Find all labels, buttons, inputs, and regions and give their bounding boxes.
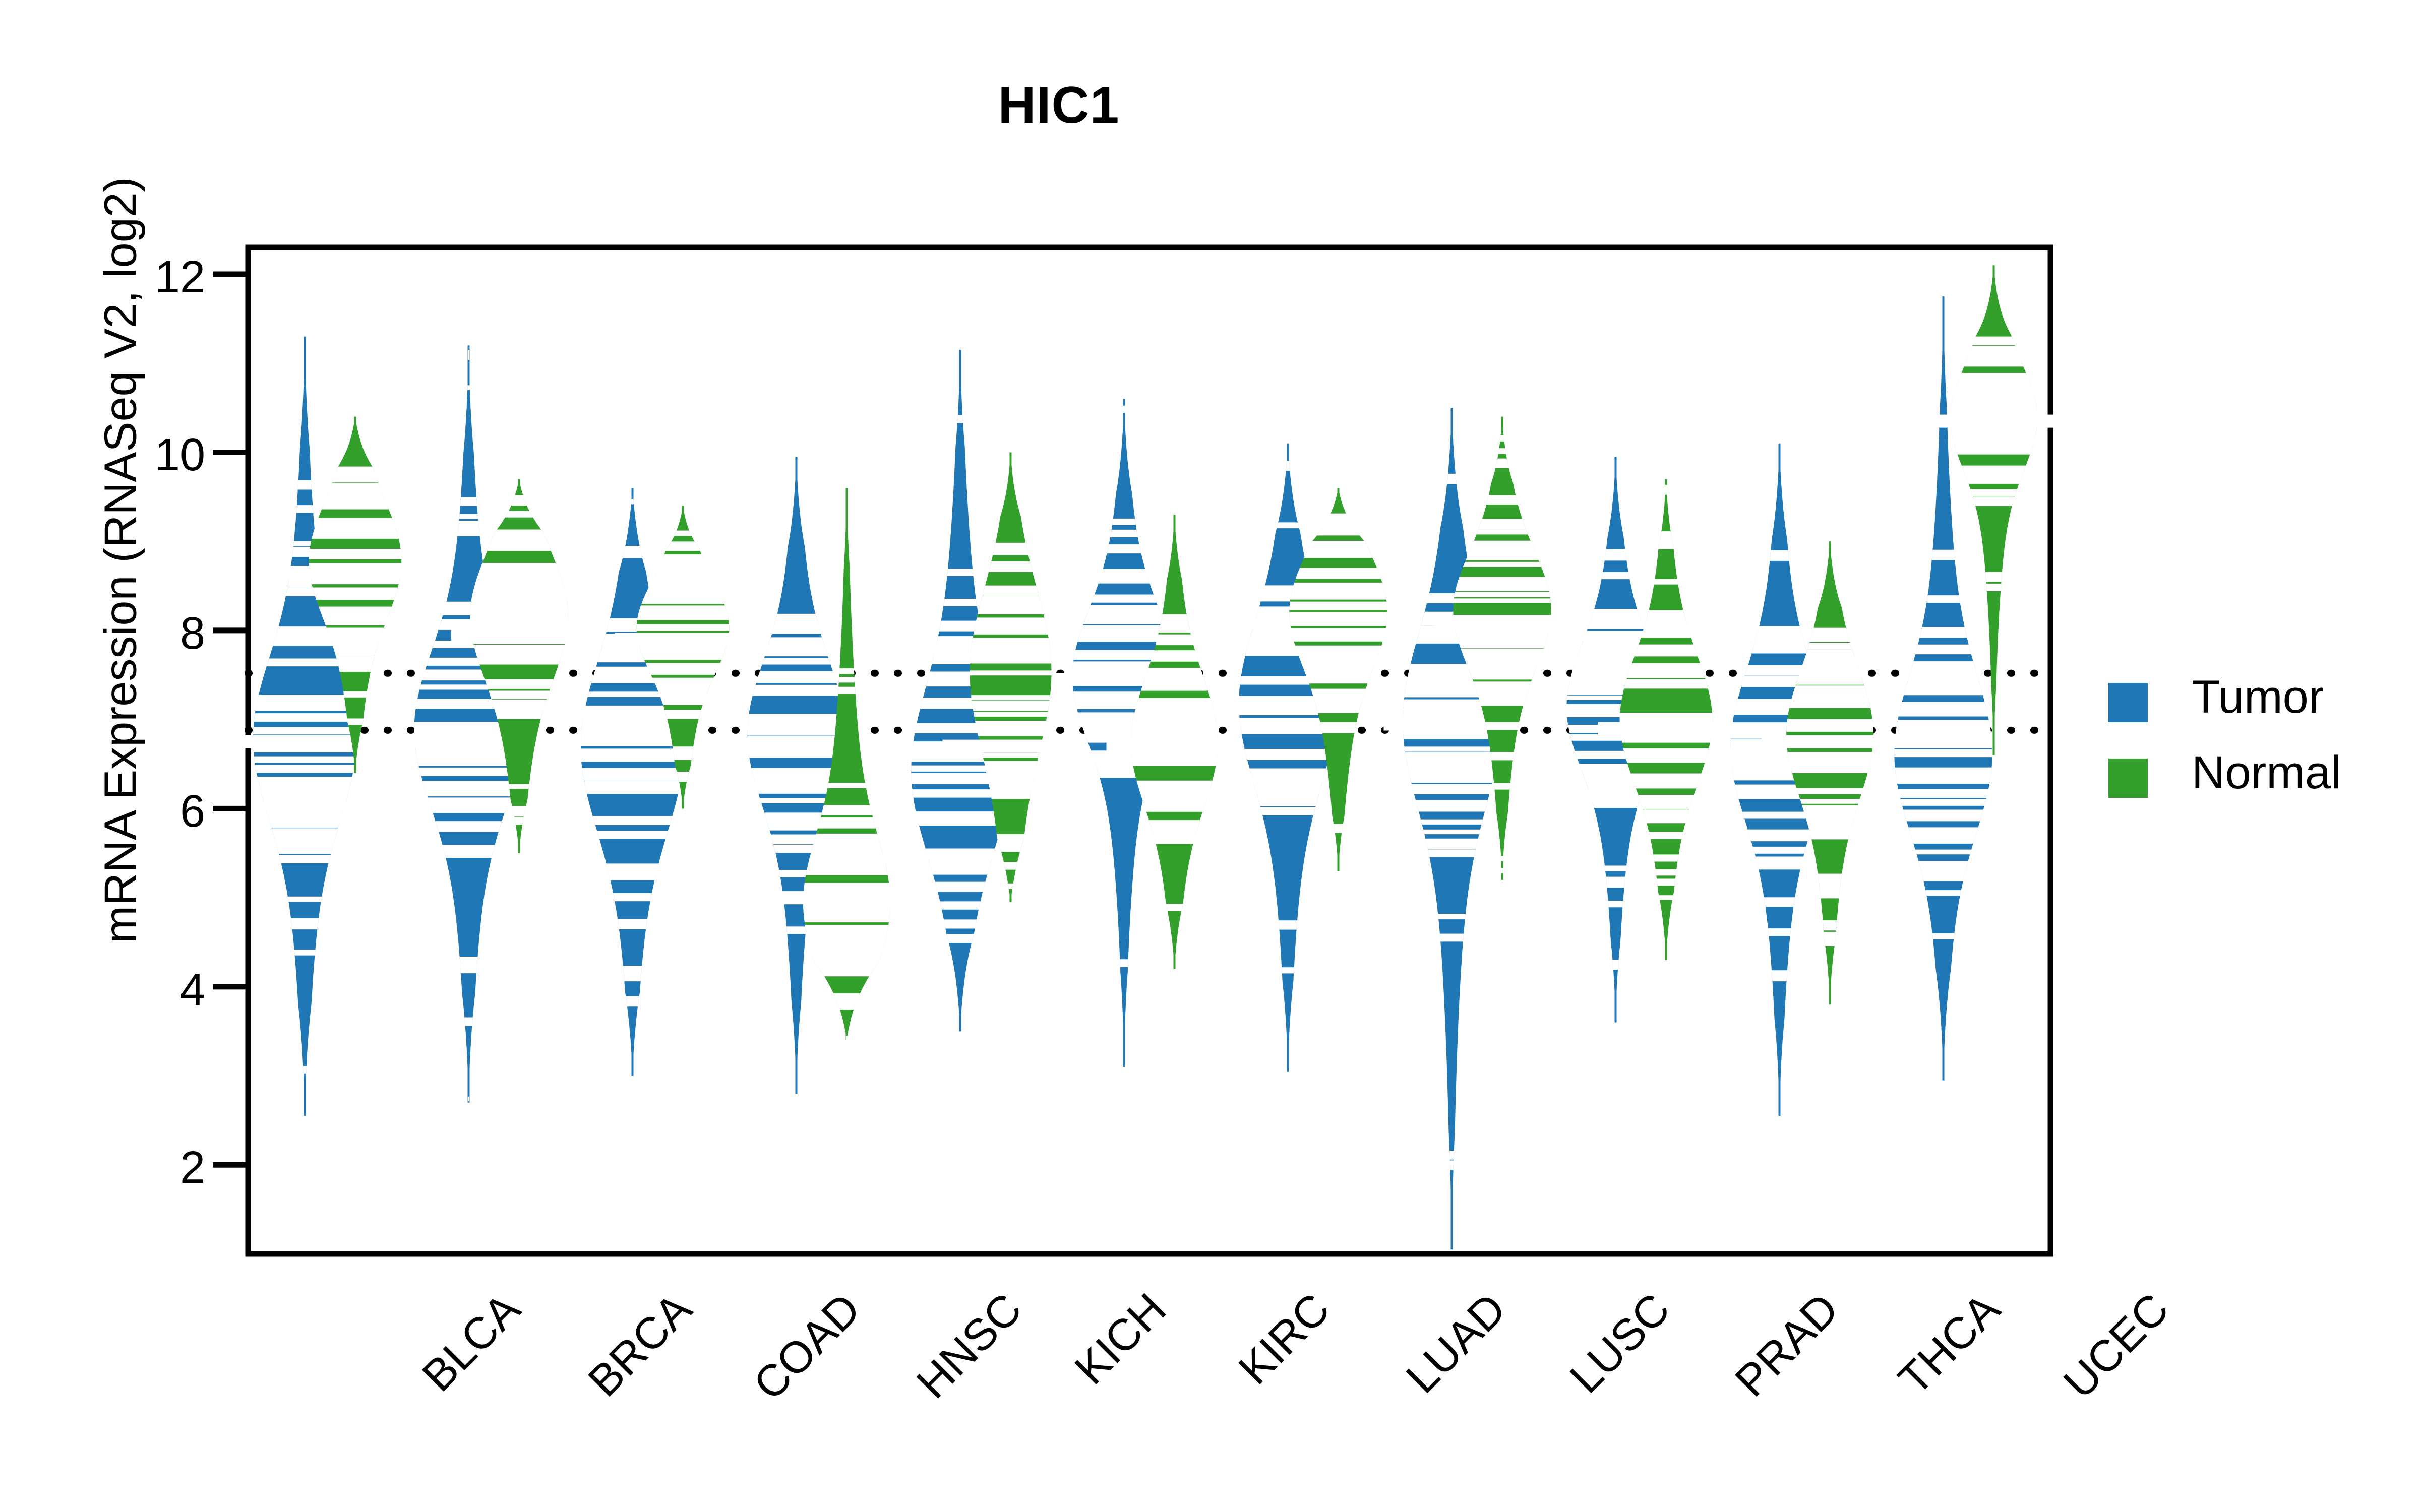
legend-label-tumor: Tumor	[2192, 671, 2324, 723]
bean-half-left	[1403, 408, 1452, 1250]
legend: Tumor Normal	[2108, 671, 2420, 829]
y-tick-label: 2	[179, 1143, 205, 1193]
bean-half-left	[253, 336, 305, 1116]
legend-label-normal: Normal	[2192, 747, 2341, 798]
chart-canvas: HIC1 mRNA Expression (RNASeq V2, log2) T…	[0, 0, 2420, 1512]
legend-swatch-tumor[interactable]	[2108, 683, 2148, 722]
y-tick-label: 8	[179, 608, 205, 659]
legend-swatch-normal[interactable]	[2108, 759, 2148, 798]
y-tick-label: 10	[154, 430, 205, 481]
bean-half-left	[911, 350, 960, 1032]
plot-area	[213, 244, 2062, 1257]
y-tick-label: 6	[179, 786, 205, 837]
y-tick-label: 12	[154, 252, 205, 303]
y-tick-label: 4	[179, 964, 205, 1015]
